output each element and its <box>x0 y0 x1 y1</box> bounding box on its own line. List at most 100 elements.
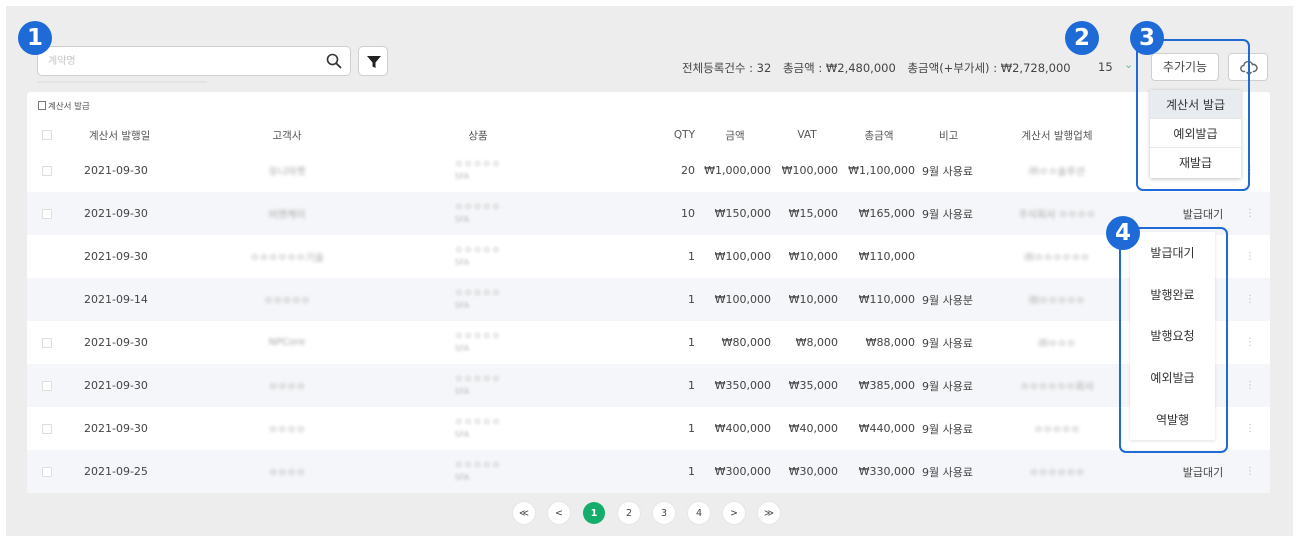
row-date: 2021-09-25 <box>84 465 148 478</box>
row-qty: 1 <box>688 465 695 478</box>
filter-button[interactable] <box>358 46 388 76</box>
highlight-extra-menu <box>1136 39 1250 191</box>
table-row[interactable]: 2021-09-30 ㅇㅇㅇㅇ ㅇㅇㅇㅇㅇ SFA 1 ₩350,000 ₩35,000 ₩3… <box>27 364 1270 407</box>
row-checkbox[interactable] <box>42 466 52 477</box>
row-product-name: ㅇㅇㅇㅇㅇ <box>454 374 502 385</box>
annotation-badge-2: 2 <box>1065 21 1099 55</box>
row-more-icon[interactable]: ⋮ <box>1243 235 1257 278</box>
page-button[interactable]: < <box>548 502 570 524</box>
row-qty: 10 <box>681 207 695 220</box>
row-checkbox[interactable] <box>42 380 52 391</box>
row-checkbox[interactable] <box>42 423 52 434</box>
select-all-checkbox[interactable] <box>42 130 52 140</box>
row-customer: 유니마켓 <box>217 149 357 192</box>
row-customer: NPCore <box>217 321 357 364</box>
search-icon[interactable] <box>326 53 342 69</box>
header-issuer[interactable]: 계산서 발행업체 <box>997 121 1117 149</box>
total-amount-vat: 총금액(+부가세) : ₩2,728,000 <box>907 61 1071 75</box>
row-product-sub: SFA <box>454 257 470 267</box>
header-qty[interactable]: QTY <box>647 121 695 149</box>
row-vat: ₩30,000 <box>788 465 838 478</box>
header-total[interactable]: 총금액 <box>857 121 901 149</box>
row-product-sub: SFA <box>454 472 470 482</box>
row-qty: 1 <box>688 293 695 306</box>
table-row[interactable]: 2021-09-30 ㅇㅇㅇㅇㅇㅇ기술 ㅇㅇㅇㅇㅇ SFA 1 ₩100,000 ₩10,0… <box>27 235 1270 278</box>
page-button[interactable]: 1 <box>583 502 605 524</box>
search-input[interactable] <box>48 47 318 75</box>
row-customer-text: ㅇㅇㅇㅇㅇㅇ기술 <box>250 253 324 264</box>
row-note: 9월 사용료 <box>922 207 973 221</box>
row-date: 2021-09-30 <box>84 422 148 435</box>
table-row[interactable]: 2021-09-14 ㅇㅇㅇㅇㅇ ㅇㅇㅇㅇㅇ SFA 1 ₩100,000 ₩10,000 ₩… <box>27 278 1270 321</box>
total-amount: 총금액 : ₩2,480,000 <box>782 61 896 75</box>
row-note <box>922 235 982 278</box>
table-caption-label: 계산서 발급 <box>48 102 90 112</box>
header-amount[interactable]: 금액 <box>717 121 753 149</box>
row-note: 9월 사용료 <box>922 465 973 479</box>
header-customer[interactable]: 고객사 <box>217 121 357 149</box>
search-box[interactable] <box>37 46 351 76</box>
row-more-icon[interactable]: ⋮ <box>1243 321 1257 364</box>
row-issuer: ㅇㅇㅇㅇㅇㅇ회사 <box>997 364 1117 407</box>
document-icon <box>38 101 46 110</box>
row-customer-text: ㅇㅇㅇㅇ <box>268 382 306 393</box>
table-row[interactable]: 2021-09-30 NPCore ㅇㅇㅇㅇㅇ SFA 1 ₩80,000 ₩8,000 ₩8… <box>27 321 1270 364</box>
row-issuer: ㅇㅇㅇㅇㅇㅇ <box>997 450 1117 493</box>
row-more-icon[interactable]: ⋮ <box>1243 192 1257 235</box>
row-issuer: ㈜ㅇㅇ솔루션 <box>997 149 1117 192</box>
row-product-sub: SFA <box>454 343 470 353</box>
row-qty: 20 <box>681 164 695 177</box>
row-product: ㅇㅇㅇㅇㅇ SFA <box>403 192 553 235</box>
page-button[interactable]: ≫ <box>758 502 780 524</box>
row-total: ₩165,000 <box>858 207 915 220</box>
row-product: ㅇㅇㅇㅇㅇ SFA <box>403 407 553 450</box>
row-checkbox[interactable] <box>42 208 52 219</box>
table-row[interactable]: 2021-09-25 ㅇㅇㅇㅇ ㅇㅇㅇㅇㅇ SFA 1 ₩300,000 ₩30,000 ₩3… <box>27 450 1270 493</box>
search-underline <box>37 81 207 83</box>
row-customer-text: ㅇㅇㅇㅇ <box>268 425 306 436</box>
row-vat: ₩8,000 <box>795 336 838 349</box>
row-vat: ₩10,000 <box>788 293 838 306</box>
page-button[interactable]: ≪ <box>513 502 535 524</box>
row-amount: ₩350,000 <box>714 379 771 392</box>
row-customer: 비엔케이 <box>217 192 357 235</box>
row-more-icon[interactable]: ⋮ <box>1243 364 1257 407</box>
page-button[interactable]: > <box>723 502 745 524</box>
row-date: 2021-09-30 <box>84 164 148 177</box>
row-more-icon[interactable]: ⋮ <box>1243 407 1257 450</box>
chevron-down-icon: ⌄ <box>1124 58 1134 71</box>
annotation-badge-4: 4 <box>1106 216 1140 250</box>
row-issuer-text: ㈜ㅇㅇㅇㅇㅇ <box>1029 296 1085 307</box>
row-product-name: ㅇㅇㅇㅇㅇ <box>454 202 502 213</box>
header-vat[interactable]: VAT <box>787 121 827 149</box>
table-caption[interactable]: 계산서 발급 <box>38 100 90 112</box>
row-note: 9월 사용료 <box>922 336 973 350</box>
row-vat: ₩35,000 <box>788 379 838 392</box>
row-vat: ₩10,000 <box>788 250 838 263</box>
row-customer-text: 유니마켓 <box>268 167 306 178</box>
row-total: ₩1,100,000 <box>848 164 915 177</box>
header-product[interactable]: 상품 <box>403 121 553 149</box>
row-more-icon[interactable]: ⋮ <box>1243 450 1257 493</box>
per-page-select[interactable]: 15 ⌄ <box>1094 56 1142 78</box>
header-issue-date[interactable]: 계산서 발행일 <box>89 121 199 149</box>
row-status[interactable]: 발급대기 <box>1173 450 1233 493</box>
page-button[interactable]: 3 <box>653 502 675 524</box>
page-button[interactable]: 2 <box>618 502 640 524</box>
table-row[interactable]: 2021-09-30 비엔케이 ㅇㅇㅇㅇㅇ SFA 10 ₩150,000 ₩15,000 ₩… <box>27 192 1270 235</box>
row-total: ₩440,000 <box>858 422 915 435</box>
row-vat: ₩15,000 <box>788 207 838 220</box>
table-row[interactable]: 2021-09-30 ㅇㅇㅇㅇ ㅇㅇㅇㅇㅇ SFA 1 ₩400,000 ₩40,000 ₩4… <box>27 407 1270 450</box>
header-note[interactable]: 비고 <box>939 121 999 149</box>
row-checkbox[interactable] <box>42 165 52 176</box>
row-product-name: ㅇㅇㅇㅇㅇ <box>454 288 502 299</box>
row-date: 2021-09-30 <box>84 379 148 392</box>
row-customer: ㅇㅇㅇㅇ <box>217 407 357 450</box>
row-issuer-text: ㅇㅇㅇㅇㅇㅇ <box>1029 468 1085 479</box>
row-issuer-text: ㅇㅇㅇㅇㅇ <box>1034 425 1080 436</box>
row-checkbox[interactable] <box>42 337 52 348</box>
row-product-sub: SFA <box>454 386 470 396</box>
table-row[interactable]: 2021-09-30 유니마켓 ㅇㅇㅇㅇㅇ SFA 20 ₩1,000,000 ₩100,0… <box>27 149 1270 192</box>
page-button[interactable]: 4 <box>688 502 710 524</box>
row-more-icon[interactable]: ⋮ <box>1243 278 1257 321</box>
